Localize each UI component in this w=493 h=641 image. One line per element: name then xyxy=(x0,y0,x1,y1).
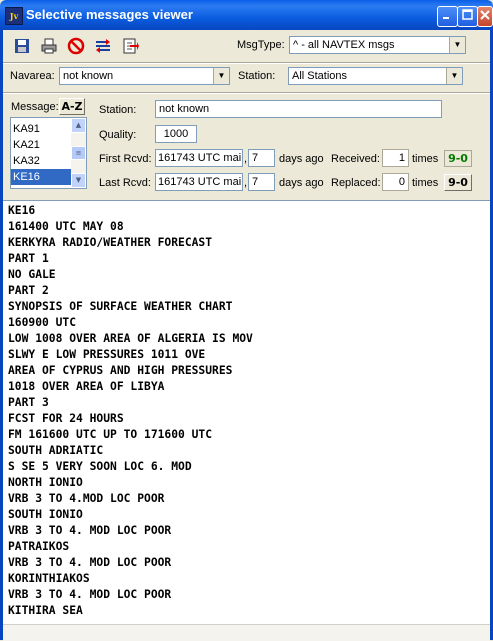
export-button[interactable] xyxy=(119,35,140,56)
message-text-line: FM 161600 UTC UP TO 171600 UTC xyxy=(8,428,213,441)
message-text-line: S SE 5 VERY SOON LOC 6. MOD xyxy=(8,460,192,473)
replaced-label: Replaced: xyxy=(331,177,381,189)
message-text-line: KITHIRA SEA xyxy=(8,604,83,617)
message-text-line: SOUTH ADRIATIC xyxy=(8,444,104,457)
comma: , xyxy=(244,153,248,165)
filter-button[interactable] xyxy=(92,35,113,56)
message-text-line: SLWY E LOW PRESSURES 1011 OVE xyxy=(8,348,206,361)
filter-icon xyxy=(95,38,110,53)
quality-label: Quality: xyxy=(99,129,137,141)
station-filter-value: All Stations xyxy=(292,70,348,82)
times-label: times xyxy=(412,177,439,189)
received-count: 1 xyxy=(382,149,409,167)
msgtype-value: ^ - all NAVTEX msgs xyxy=(293,39,395,51)
delete-button[interactable] xyxy=(65,35,86,56)
message-text-line: 161400 UTC MAY 08 xyxy=(8,220,124,233)
app-icon: Jv xyxy=(5,7,23,25)
received-status-badge: 9-0 xyxy=(444,150,472,167)
scroll-up-icon[interactable]: ▲ xyxy=(71,118,86,133)
save-icon xyxy=(14,38,29,53)
message-text-line: PART 3 xyxy=(8,396,49,409)
quality-field[interactable]: 1000 xyxy=(155,125,197,143)
days-ago-label: days ago xyxy=(279,153,324,165)
scroll-down-icon[interactable]: ▼ xyxy=(71,173,86,188)
window-title: Selective messages viewer xyxy=(26,7,193,22)
message-label: Message: xyxy=(11,101,59,113)
message-list-scrollbar[interactable]: ▲ ≡ ▼ xyxy=(71,118,86,188)
message-text-line: SOUTH IONIO xyxy=(8,508,83,521)
chevron-down-icon: ▼ xyxy=(213,68,229,84)
message-text-line: VRB 3 TO 4. MOD LOC POOR xyxy=(8,588,172,601)
last-days-field[interactable]: 7 xyxy=(248,173,275,191)
message-text-area[interactable]: KE16 161400 UTC MAY 08 KERKYRA RADIO/WEATH… xyxy=(3,200,490,625)
maximize-button[interactable] xyxy=(457,6,478,27)
chevron-down-icon: ▼ xyxy=(449,37,465,53)
sort-az-button[interactable]: A-Z xyxy=(59,98,85,115)
navarea-label: Navarea: xyxy=(10,70,55,82)
times-label: times xyxy=(412,153,439,165)
scroll-thumb[interactable]: ≡ xyxy=(71,146,86,160)
message-text-line: 160900 UTC xyxy=(8,316,77,329)
days-ago-label: days ago xyxy=(279,177,324,189)
first-rcvd-field[interactable]: 161743 UTC mai xyxy=(155,149,243,167)
station-field[interactable]: not known xyxy=(155,100,442,118)
print-button[interactable] xyxy=(38,35,59,56)
message-text-line: SYNOPSIS OF SURFACE WEATHER CHART xyxy=(8,300,233,313)
close-button[interactable] xyxy=(477,6,493,27)
maximize-icon xyxy=(462,9,473,20)
close-icon xyxy=(480,10,490,20)
message-text-line: NORTH IONIO xyxy=(8,476,83,489)
message-text-line: FCST FOR 24 HOURS xyxy=(8,412,124,425)
navarea-value: not known xyxy=(63,70,114,82)
msgtype-select[interactable]: ^ - all NAVTEX msgs ▼ xyxy=(289,36,466,54)
station-label: Station: xyxy=(99,104,137,116)
first-rcvd-label: First Rcvd: xyxy=(99,153,152,165)
save-button[interactable] xyxy=(11,35,32,56)
navarea-select[interactable]: not known ▼ xyxy=(59,67,230,85)
received-label: Received: xyxy=(331,153,380,165)
station-filter-label: Station: xyxy=(238,70,276,82)
message-text-line: AREA OF CYPRUS AND HIGH PRESSURES xyxy=(8,364,233,377)
message-text-line: NO GALE xyxy=(8,268,56,281)
print-icon xyxy=(41,38,56,53)
message-text-line: VRB 3 TO 4. MOD LOC POOR xyxy=(8,556,172,569)
message-text-line: LOW 1008 OVER AREA OF ALGERIA IS MOV xyxy=(8,332,253,345)
last-rcvd-label: Last Rcvd: xyxy=(99,177,151,189)
message-list[interactable]: KA91 KA21 KA32 KE16 ▲ ≡ ▼ xyxy=(10,117,87,189)
message-text-line: PART 1 xyxy=(8,252,49,265)
message-text-line: PATRAIKOS xyxy=(8,540,70,553)
message-text-line: KERKYRA RADIO/WEATHER FORECAST xyxy=(8,236,213,249)
replaced-status-button[interactable]: 9-0 xyxy=(444,174,472,191)
msgtype-label: MsgType: xyxy=(237,39,285,51)
separator xyxy=(3,92,490,94)
chevron-down-icon: ▼ xyxy=(446,68,462,84)
delete-icon xyxy=(67,37,84,54)
replaced-count: 0 xyxy=(382,173,409,191)
minimize-button[interactable] xyxy=(437,6,458,27)
last-rcvd-field[interactable]: 161743 UTC mai xyxy=(155,173,243,191)
message-text-line: PART 2 xyxy=(8,284,49,297)
minimize-icon xyxy=(443,17,449,19)
message-text-line: KORINTHIAKOS xyxy=(8,572,90,585)
toolbar: MsgType: ^ - all NAVTEX msgs ▼ xyxy=(3,30,490,60)
station-select[interactable]: All Stations ▼ xyxy=(288,67,463,85)
separator xyxy=(3,62,490,64)
export-icon xyxy=(123,38,139,53)
message-text-line: KE16 xyxy=(8,204,36,217)
horizontal-scrollbar[interactable] xyxy=(3,624,490,641)
message-text-line: 1018 OVER AREA OF LIBYA xyxy=(8,380,165,393)
first-days-field[interactable]: 7 xyxy=(248,149,275,167)
comma: , xyxy=(244,177,248,189)
message-text-line: VRB 3 TO 4. MOD LOC POOR xyxy=(8,524,172,537)
message-text-line: VRB 3 TO 4.MOD LOC POOR xyxy=(8,492,165,505)
title-bar[interactable]: Jv Selective messages viewer xyxy=(0,0,493,30)
